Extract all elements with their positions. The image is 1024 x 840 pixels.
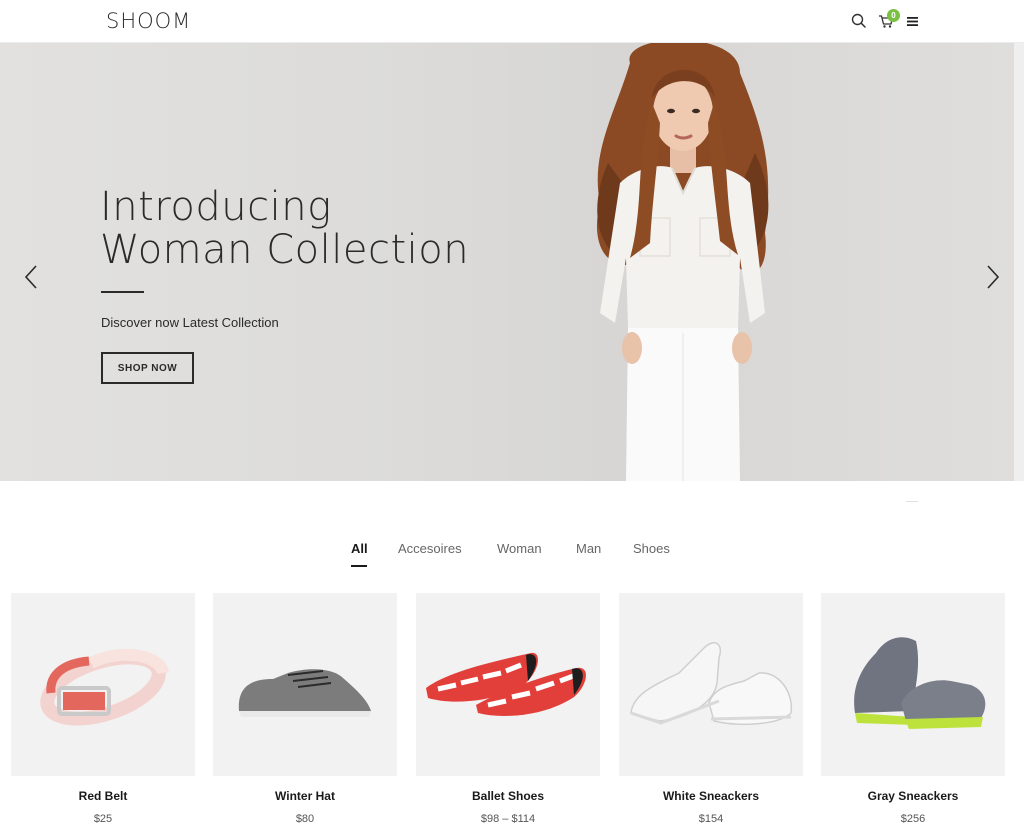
hero-model-image [596,43,769,481]
product-name[interactable]: Red Belt [11,789,195,803]
hero-divider [101,291,144,293]
product-card: Red Belt $25 [11,593,195,825]
product-price: $98 – $114 [480,813,536,825]
hero-title-line-2: Woman Collection [100,227,470,273]
product-price: $80 [295,813,315,825]
product-price: $154 [698,813,724,825]
hero-edge-strip [1014,43,1024,481]
hero-subtitle: Discover now Latest Collection [101,315,279,330]
decorative-dash [906,501,918,502]
product-card: Winter Hat $80 [213,593,397,825]
product-card: Gray Sneackers $256 [821,593,1005,825]
hero-title-line-1: Introducing [100,184,332,230]
tab-woman[interactable]: Woman [497,541,542,556]
slider-next-arrow-icon[interactable] [986,265,1000,289]
product-price: $256 [900,813,926,825]
product-card: Ballet Shoes $98 – $114 [416,593,600,825]
product-filter-tabs: All Accesoires Woman Man Shoes [0,541,1024,571]
product-name[interactable]: Gray Sneackers [821,789,1005,803]
menu-icon[interactable] [904,12,922,30]
hero-title: Introducing Woman Collection [100,186,469,272]
site-logo[interactable]: SHOOM [106,9,191,33]
active-tab-underline [351,565,367,567]
cart-count-badge: 0 [887,9,900,22]
product-image-red-belt[interactable] [11,593,195,776]
site-header: SHOOM 0 [0,0,1024,43]
hero-slider: Introducing Woman Collection Discover no… [0,43,1024,481]
product-card: White Sneackers $154 [619,593,803,825]
slider-prev-arrow-icon[interactable] [24,265,38,289]
product-name[interactable]: Winter Hat [213,789,397,803]
product-name[interactable]: Ballet Shoes [416,789,600,803]
product-name[interactable]: White Sneackers [619,789,803,803]
product-price: $25 [93,813,113,825]
tab-shoes[interactable]: Shoes [633,541,670,556]
search-icon[interactable] [850,12,868,30]
product-image-ballet-shoes[interactable] [416,593,600,776]
tab-accesoires[interactable]: Accesoires [398,541,462,556]
product-image-white-sneackers[interactable] [619,593,803,776]
tab-all[interactable]: All [351,541,368,556]
product-image-winter-hat[interactable] [213,593,397,776]
tab-man[interactable]: Man [576,541,601,556]
shop-now-button[interactable]: SHOP NOW [101,352,194,384]
product-image-gray-sneackers[interactable] [821,593,1005,776]
